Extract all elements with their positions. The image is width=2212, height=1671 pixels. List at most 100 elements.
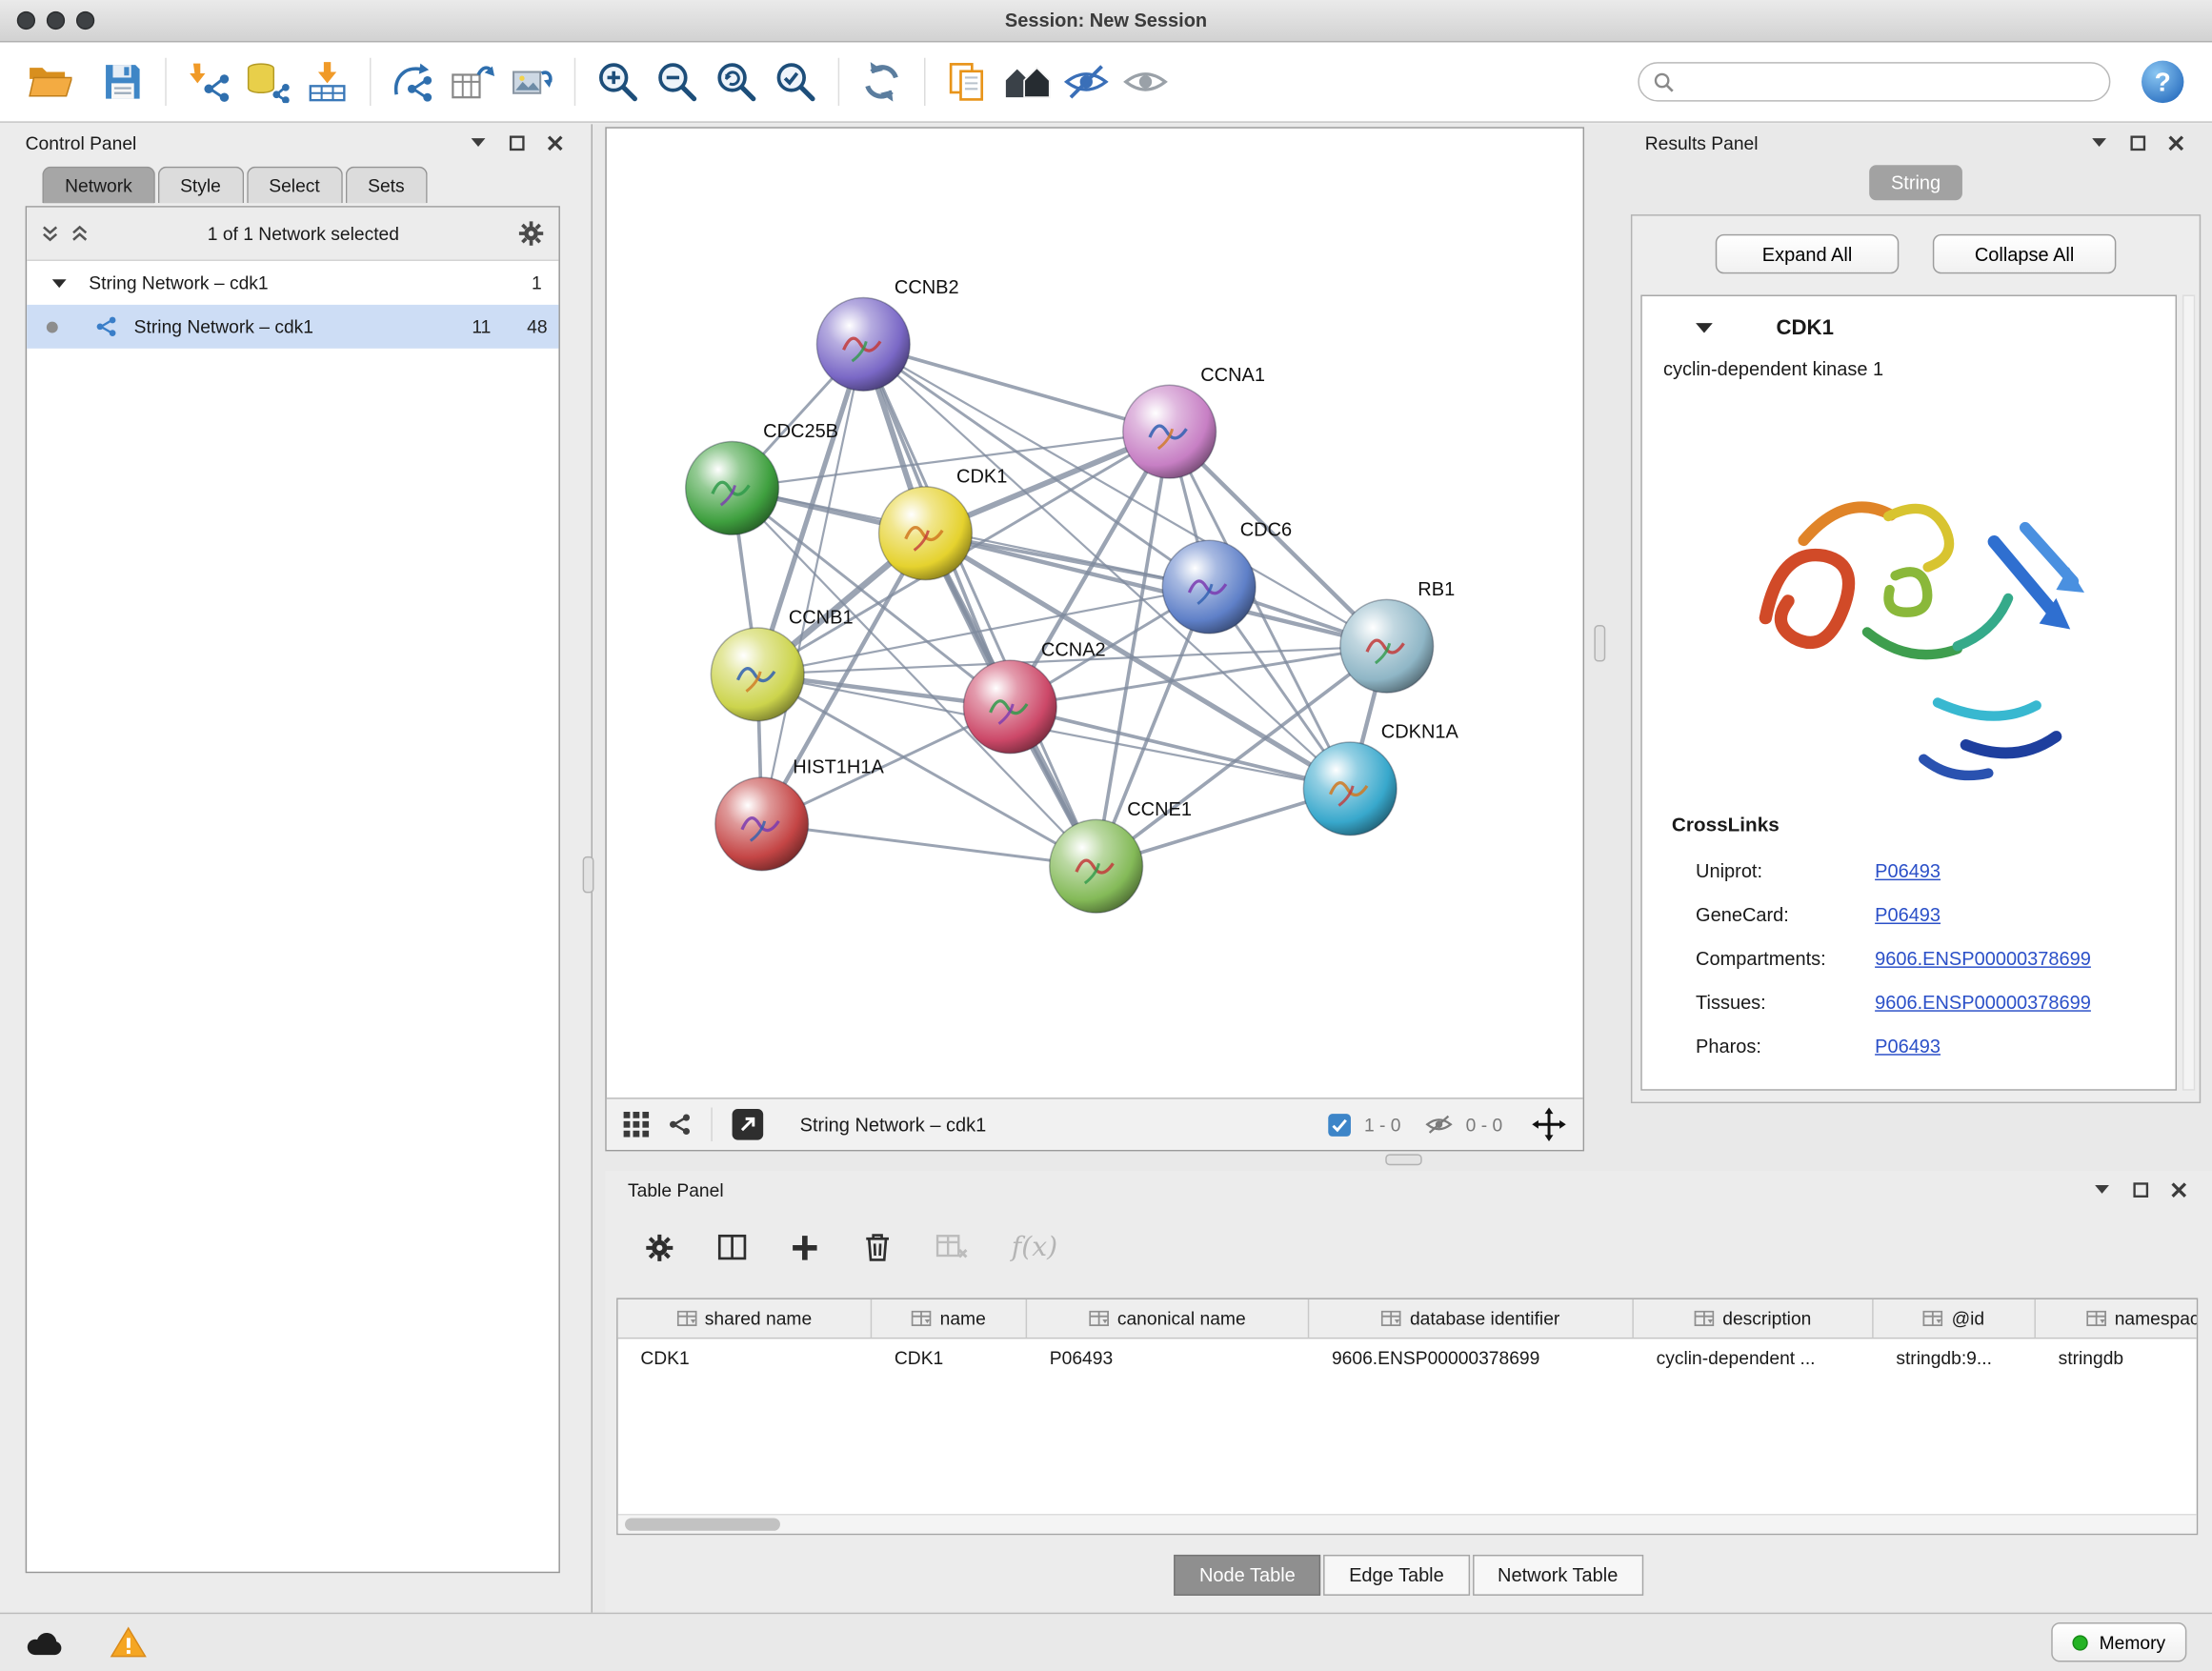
footer-separator [711, 1108, 712, 1142]
show-columns-icon[interactable] [716, 1233, 748, 1261]
tab-node-table[interactable]: Node Table [1174, 1555, 1320, 1596]
table-row[interactable]: CDK1CDK1P064939606.ENSP00000378699cyclin… [618, 1339, 2197, 1377]
node-RB1[interactable]: RB1 [1340, 579, 1455, 693]
open-in-new-window-icon[interactable] [731, 1108, 765, 1142]
column-header--id[interactable]: @id [1874, 1299, 2036, 1338]
hide-graphics-eye-slash-icon[interactable] [1056, 52, 1116, 111]
hidden-counts: 0 - 0 [1466, 1114, 1503, 1135]
tab-string[interactable]: String [1870, 165, 1962, 200]
move-crosshair-icon[interactable] [1532, 1108, 1566, 1142]
refresh-layout-icon[interactable] [852, 52, 911, 111]
network-from-selection-icon[interactable] [384, 52, 443, 111]
create-column-plus-icon[interactable] [790, 1233, 819, 1262]
expand-all-icon[interactable] [70, 224, 89, 242]
network-collection-row[interactable]: String Network – cdk1 1 [27, 261, 558, 305]
panel-float-icon[interactable] [2130, 134, 2145, 150]
import-table-icon[interactable] [297, 52, 356, 111]
expand-all-button[interactable]: Expand All [1716, 234, 1900, 273]
collapse-all-button[interactable]: Collapse All [1933, 234, 2117, 273]
edge-CCNB2-HIST1H1A[interactable] [762, 344, 864, 824]
tab-network-table[interactable]: Network Table [1472, 1555, 1643, 1596]
delete-column-trash-icon[interactable] [862, 1230, 894, 1264]
panel-close-icon[interactable] [2171, 1181, 2186, 1197]
zoom-out-icon[interactable] [648, 52, 707, 111]
edge-CCNB2-CCNE1[interactable] [863, 344, 1096, 866]
memory-button[interactable]: Memory [2051, 1622, 2186, 1661]
gear-icon[interactable] [517, 220, 544, 247]
crosslink-value-link[interactable]: 9606.ENSP00000378699 [1875, 948, 2091, 969]
toolbar-separator [924, 58, 925, 106]
network-canvas[interactable]: CCNB2CCNA1CDC25BCDK1CDC6RB1CCNB1CCNA2CDK… [607, 129, 1583, 1097]
node-CDKN1A[interactable]: CDKN1A [1303, 722, 1458, 836]
gene-section: CDK1 cyclin-dependent kinase 1 [1640, 295, 2177, 1091]
node-CCNB2[interactable]: CCNB2 [816, 277, 958, 391]
column-header-description[interactable]: description [1634, 1299, 1874, 1338]
tab-sets[interactable]: Sets [345, 167, 427, 204]
window-minimize-button[interactable] [47, 11, 65, 30]
crosslink-value-link[interactable]: P06493 [1875, 860, 1941, 881]
tab-network[interactable]: Network [42, 167, 154, 204]
cloud-icon[interactable] [26, 1629, 65, 1656]
network-view[interactable]: CCNB2CCNA1CDC25BCDK1CDC6RB1CCNB1CCNA2CDK… [605, 127, 1584, 1151]
column-header-namespace[interactable]: namespace [2036, 1299, 2198, 1338]
window-zoom-button[interactable] [76, 11, 94, 30]
panel-menu-icon[interactable] [472, 137, 487, 149]
column-header-database-identifier[interactable]: database identifier [1309, 1299, 1634, 1338]
tab-edge-table[interactable]: Edge Table [1323, 1555, 1469, 1596]
panel-close-icon[interactable] [2168, 134, 2183, 150]
node-label: CCNA2 [1041, 640, 1106, 661]
help-icon[interactable]: ? [2133, 52, 2192, 111]
expander-icon[interactable] [52, 277, 67, 289]
edge-HIST1H1A-CCNE1[interactable] [762, 824, 1096, 866]
open-session-icon[interactable] [20, 52, 79, 111]
panel-float-icon[interactable] [510, 134, 525, 150]
collapse-all-icon[interactable] [41, 224, 59, 242]
tab-select[interactable]: Select [247, 167, 343, 204]
import-network-database-icon[interactable] [238, 52, 297, 111]
panel-menu-icon[interactable] [2092, 137, 2107, 149]
search-input[interactable] [1683, 71, 2095, 92]
tab-style[interactable]: Style [157, 167, 243, 204]
import-network-file-icon[interactable] [179, 52, 238, 111]
export-image-icon[interactable] [502, 52, 561, 111]
zoom-selected-icon[interactable] [766, 52, 825, 111]
houses-icon[interactable] [997, 52, 1056, 111]
table-options-gear-icon[interactable] [645, 1233, 674, 1262]
show-graphics-eye-icon[interactable] [1116, 52, 1175, 111]
duplicate-document-icon[interactable] [938, 52, 997, 111]
hidden-eye-slash-icon[interactable] [1425, 1113, 1454, 1136]
table-horizontal-scrollbar[interactable] [618, 1514, 2197, 1534]
panel-float-icon[interactable] [2133, 1181, 2148, 1197]
results-scrollbar[interactable] [2182, 295, 2195, 1091]
selected-checkbox-icon[interactable] [1327, 1113, 1351, 1137]
network-table-icon[interactable] [443, 52, 502, 111]
panel-close-icon[interactable] [548, 134, 563, 150]
edge-CCNB2-CCNA1[interactable] [863, 344, 1169, 432]
zoom-in-icon[interactable] [589, 52, 648, 111]
section-collapse-icon[interactable] [1696, 321, 1713, 333]
splitter-handle[interactable] [1594, 625, 1605, 662]
splitter-handle[interactable] [583, 856, 594, 894]
crosslink-value-link[interactable]: P06493 [1875, 904, 1941, 925]
toolbar-search-field[interactable] [1638, 62, 2110, 101]
save-session-icon[interactable] [93, 52, 152, 111]
crosslink-value-link[interactable]: P06493 [1875, 1036, 1941, 1057]
column-header-name[interactable]: name [872, 1299, 1027, 1338]
warning-icon[interactable] [111, 1625, 148, 1660]
scrollbar-thumb[interactable] [625, 1518, 780, 1530]
node-CDK1[interactable]: CDK1 [879, 466, 1008, 579]
panel-menu-icon[interactable] [2095, 1183, 2110, 1195]
zoom-fit-icon[interactable] [707, 52, 766, 111]
node-CCNB1[interactable]: CCNB1 [711, 608, 853, 721]
column-header-shared-name[interactable]: shared name [618, 1299, 873, 1338]
crosslink-value-link[interactable]: 9606.ENSP00000378699 [1875, 992, 2091, 1013]
edge-CCNA2-CDKN1A[interactable] [1010, 707, 1350, 789]
window-close-button[interactable] [17, 11, 35, 30]
network-share-icon[interactable] [667, 1112, 693, 1137]
column-header-canonical-name[interactable]: canonical name [1027, 1299, 1309, 1338]
node-HIST1H1A[interactable]: HIST1H1A [715, 757, 885, 871]
splitter-handle[interactable] [1385, 1154, 1422, 1165]
network-row[interactable]: String Network – cdk1 11 48 [27, 305, 558, 349]
node-CCNA1[interactable]: CCNA1 [1123, 365, 1265, 478]
grid-view-icon[interactable] [624, 1112, 650, 1137]
